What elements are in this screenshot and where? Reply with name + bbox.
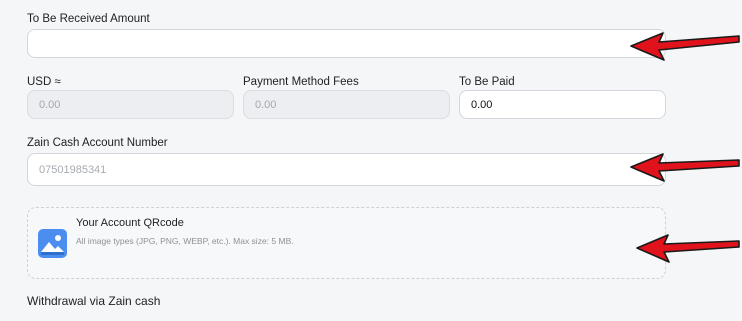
qrcode-upload-title: Your Account QRcode (76, 217, 184, 229)
to-be-paid-input[interactable]: 0.00 (459, 90, 666, 119)
qrcode-upload-hint: All image types (JPG, PNG, WEBP, etc.). … (76, 236, 294, 246)
usd-label: USD ≈ (27, 76, 61, 88)
to-be-paid-label: To Be Paid (459, 76, 515, 88)
image-upload-icon (38, 229, 67, 258)
fees-label: Payment Method Fees (243, 76, 359, 88)
usd-field: 0.00 (27, 90, 234, 119)
annotation-arrow-icon (636, 234, 740, 263)
fees-field: 0.00 (243, 90, 450, 119)
annotation-arrow-icon (630, 153, 740, 182)
section-title: Withdrawal via Zain cash (27, 294, 161, 308)
account-number-label: Zain Cash Account Number (27, 137, 168, 149)
qrcode-upload-dropzone[interactable]: Your Account QRcode All image types (JPG… (27, 207, 666, 279)
withdrawal-form: To Be Received Amount USD ≈ 0.00 Payment… (0, 0, 742, 321)
account-number-input[interactable]: 07501985341 (27, 153, 666, 186)
receive-amount-label: To Be Received Amount (27, 13, 150, 25)
receive-amount-input[interactable] (27, 29, 666, 58)
annotation-arrow-icon (630, 32, 740, 61)
